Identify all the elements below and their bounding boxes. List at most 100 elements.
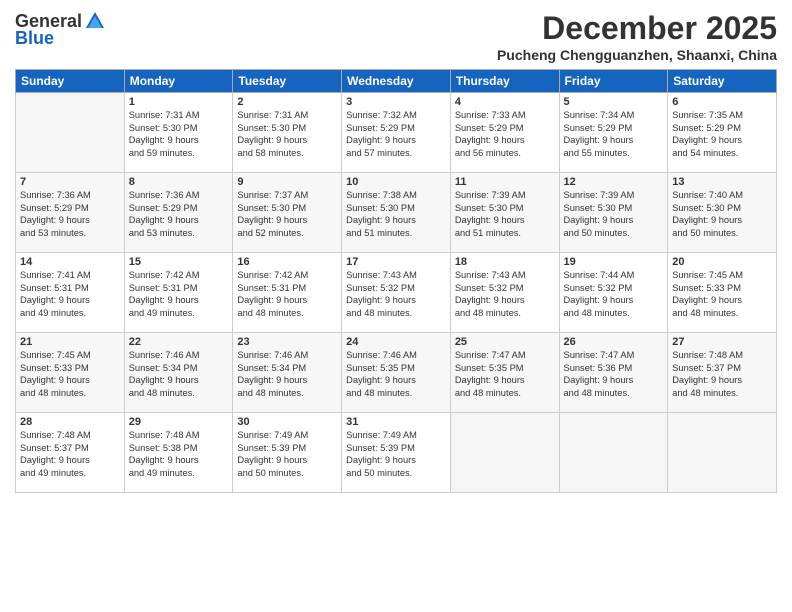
day-info: Sunrise: 7:38 AM Sunset: 5:30 PM Dayligh… xyxy=(346,189,446,239)
day-info: Sunrise: 7:49 AM Sunset: 5:39 PM Dayligh… xyxy=(346,429,446,479)
calendar-cell: 24Sunrise: 7:46 AM Sunset: 5:35 PM Dayli… xyxy=(342,333,451,413)
header-tuesday: Tuesday xyxy=(233,70,342,93)
calendar-cell: 8Sunrise: 7:36 AM Sunset: 5:29 PM Daylig… xyxy=(124,173,233,253)
calendar-cell: 20Sunrise: 7:45 AM Sunset: 5:33 PM Dayli… xyxy=(668,253,777,333)
day-number: 28 xyxy=(20,416,120,428)
calendar-cell: 16Sunrise: 7:42 AM Sunset: 5:31 PM Dayli… xyxy=(233,253,342,333)
logo-icon xyxy=(84,10,106,32)
calendar-cell: 22Sunrise: 7:46 AM Sunset: 5:34 PM Dayli… xyxy=(124,333,233,413)
day-info: Sunrise: 7:45 AM Sunset: 5:33 PM Dayligh… xyxy=(672,269,772,319)
day-number: 20 xyxy=(672,256,772,268)
calendar-cell: 27Sunrise: 7:48 AM Sunset: 5:37 PM Dayli… xyxy=(668,333,777,413)
day-info: Sunrise: 7:34 AM Sunset: 5:29 PM Dayligh… xyxy=(564,109,664,159)
day-info: Sunrise: 7:48 AM Sunset: 5:37 PM Dayligh… xyxy=(20,429,120,479)
day-info: Sunrise: 7:39 AM Sunset: 5:30 PM Dayligh… xyxy=(455,189,555,239)
header-friday: Friday xyxy=(559,70,668,93)
day-info: Sunrise: 7:44 AM Sunset: 5:32 PM Dayligh… xyxy=(564,269,664,319)
day-number: 5 xyxy=(564,96,664,108)
day-number: 1 xyxy=(129,96,229,108)
day-info: Sunrise: 7:47 AM Sunset: 5:36 PM Dayligh… xyxy=(564,349,664,399)
day-number: 23 xyxy=(237,336,337,348)
calendar-cell: 30Sunrise: 7:49 AM Sunset: 5:39 PM Dayli… xyxy=(233,413,342,493)
day-number: 4 xyxy=(455,96,555,108)
day-info: Sunrise: 7:43 AM Sunset: 5:32 PM Dayligh… xyxy=(455,269,555,319)
day-number: 27 xyxy=(672,336,772,348)
calendar-cell: 9Sunrise: 7:37 AM Sunset: 5:30 PM Daylig… xyxy=(233,173,342,253)
calendar-cell: 19Sunrise: 7:44 AM Sunset: 5:32 PM Dayli… xyxy=(559,253,668,333)
location-title: Pucheng Chengguanzhen, Shaanxi, China xyxy=(497,47,777,63)
day-info: Sunrise: 7:40 AM Sunset: 5:30 PM Dayligh… xyxy=(672,189,772,239)
day-number: 14 xyxy=(20,256,120,268)
calendar-cell: 28Sunrise: 7:48 AM Sunset: 5:37 PM Dayli… xyxy=(16,413,125,493)
calendar-week-row-2: 14Sunrise: 7:41 AM Sunset: 5:31 PM Dayli… xyxy=(16,253,777,333)
day-info: Sunrise: 7:47 AM Sunset: 5:35 PM Dayligh… xyxy=(455,349,555,399)
day-info: Sunrise: 7:31 AM Sunset: 5:30 PM Dayligh… xyxy=(129,109,229,159)
calendar-cell: 4Sunrise: 7:33 AM Sunset: 5:29 PM Daylig… xyxy=(450,93,559,173)
calendar-cell: 23Sunrise: 7:46 AM Sunset: 5:34 PM Dayli… xyxy=(233,333,342,413)
calendar-cell: 3Sunrise: 7:32 AM Sunset: 5:29 PM Daylig… xyxy=(342,93,451,173)
day-info: Sunrise: 7:45 AM Sunset: 5:33 PM Dayligh… xyxy=(20,349,120,399)
day-info: Sunrise: 7:39 AM Sunset: 5:30 PM Dayligh… xyxy=(564,189,664,239)
day-number: 9 xyxy=(237,176,337,188)
calendar-cell: 15Sunrise: 7:42 AM Sunset: 5:31 PM Dayli… xyxy=(124,253,233,333)
calendar-cell xyxy=(559,413,668,493)
day-number: 8 xyxy=(129,176,229,188)
calendar-cell xyxy=(16,93,125,173)
header: General Blue December 2025 Pucheng Cheng… xyxy=(15,10,777,63)
day-number: 18 xyxy=(455,256,555,268)
day-number: 19 xyxy=(564,256,664,268)
day-number: 22 xyxy=(129,336,229,348)
logo: General Blue xyxy=(15,10,108,49)
day-info: Sunrise: 7:36 AM Sunset: 5:29 PM Dayligh… xyxy=(20,189,120,239)
day-info: Sunrise: 7:46 AM Sunset: 5:34 PM Dayligh… xyxy=(237,349,337,399)
calendar-header-row: Sunday Monday Tuesday Wednesday Thursday… xyxy=(16,70,777,93)
day-number: 2 xyxy=(237,96,337,108)
day-info: Sunrise: 7:32 AM Sunset: 5:29 PM Dayligh… xyxy=(346,109,446,159)
day-info: Sunrise: 7:42 AM Sunset: 5:31 PM Dayligh… xyxy=(129,269,229,319)
day-number: 13 xyxy=(672,176,772,188)
day-number: 11 xyxy=(455,176,555,188)
calendar-cell: 11Sunrise: 7:39 AM Sunset: 5:30 PM Dayli… xyxy=(450,173,559,253)
calendar-cell: 25Sunrise: 7:47 AM Sunset: 5:35 PM Dayli… xyxy=(450,333,559,413)
day-number: 16 xyxy=(237,256,337,268)
header-monday: Monday xyxy=(124,70,233,93)
day-number: 30 xyxy=(237,416,337,428)
calendar-cell: 5Sunrise: 7:34 AM Sunset: 5:29 PM Daylig… xyxy=(559,93,668,173)
day-info: Sunrise: 7:48 AM Sunset: 5:37 PM Dayligh… xyxy=(672,349,772,399)
calendar-cell: 14Sunrise: 7:41 AM Sunset: 5:31 PM Dayli… xyxy=(16,253,125,333)
header-sunday: Sunday xyxy=(16,70,125,93)
day-number: 17 xyxy=(346,256,446,268)
calendar-cell: 26Sunrise: 7:47 AM Sunset: 5:36 PM Dayli… xyxy=(559,333,668,413)
day-info: Sunrise: 7:43 AM Sunset: 5:32 PM Dayligh… xyxy=(346,269,446,319)
calendar-cell: 18Sunrise: 7:43 AM Sunset: 5:32 PM Dayli… xyxy=(450,253,559,333)
calendar-week-row-0: 1Sunrise: 7:31 AM Sunset: 5:30 PM Daylig… xyxy=(16,93,777,173)
calendar-cell: 17Sunrise: 7:43 AM Sunset: 5:32 PM Dayli… xyxy=(342,253,451,333)
calendar: Sunday Monday Tuesday Wednesday Thursday… xyxy=(15,69,777,493)
day-number: 26 xyxy=(564,336,664,348)
day-number: 21 xyxy=(20,336,120,348)
logo-blue: Blue xyxy=(15,28,54,49)
day-number: 24 xyxy=(346,336,446,348)
calendar-cell: 7Sunrise: 7:36 AM Sunset: 5:29 PM Daylig… xyxy=(16,173,125,253)
day-info: Sunrise: 7:46 AM Sunset: 5:34 PM Dayligh… xyxy=(129,349,229,399)
day-info: Sunrise: 7:31 AM Sunset: 5:30 PM Dayligh… xyxy=(237,109,337,159)
calendar-cell: 31Sunrise: 7:49 AM Sunset: 5:39 PM Dayli… xyxy=(342,413,451,493)
day-info: Sunrise: 7:36 AM Sunset: 5:29 PM Dayligh… xyxy=(129,189,229,239)
day-info: Sunrise: 7:42 AM Sunset: 5:31 PM Dayligh… xyxy=(237,269,337,319)
calendar-cell: 2Sunrise: 7:31 AM Sunset: 5:30 PM Daylig… xyxy=(233,93,342,173)
day-number: 12 xyxy=(564,176,664,188)
month-title: December 2025 xyxy=(497,10,777,47)
day-number: 31 xyxy=(346,416,446,428)
header-thursday: Thursday xyxy=(450,70,559,93)
day-info: Sunrise: 7:49 AM Sunset: 5:39 PM Dayligh… xyxy=(237,429,337,479)
calendar-cell: 6Sunrise: 7:35 AM Sunset: 5:29 PM Daylig… xyxy=(668,93,777,173)
day-number: 7 xyxy=(20,176,120,188)
day-number: 6 xyxy=(672,96,772,108)
day-info: Sunrise: 7:33 AM Sunset: 5:29 PM Dayligh… xyxy=(455,109,555,159)
calendar-cell: 1Sunrise: 7:31 AM Sunset: 5:30 PM Daylig… xyxy=(124,93,233,173)
day-info: Sunrise: 7:48 AM Sunset: 5:38 PM Dayligh… xyxy=(129,429,229,479)
calendar-cell xyxy=(668,413,777,493)
header-wednesday: Wednesday xyxy=(342,70,451,93)
day-info: Sunrise: 7:35 AM Sunset: 5:29 PM Dayligh… xyxy=(672,109,772,159)
calendar-cell: 12Sunrise: 7:39 AM Sunset: 5:30 PM Dayli… xyxy=(559,173,668,253)
